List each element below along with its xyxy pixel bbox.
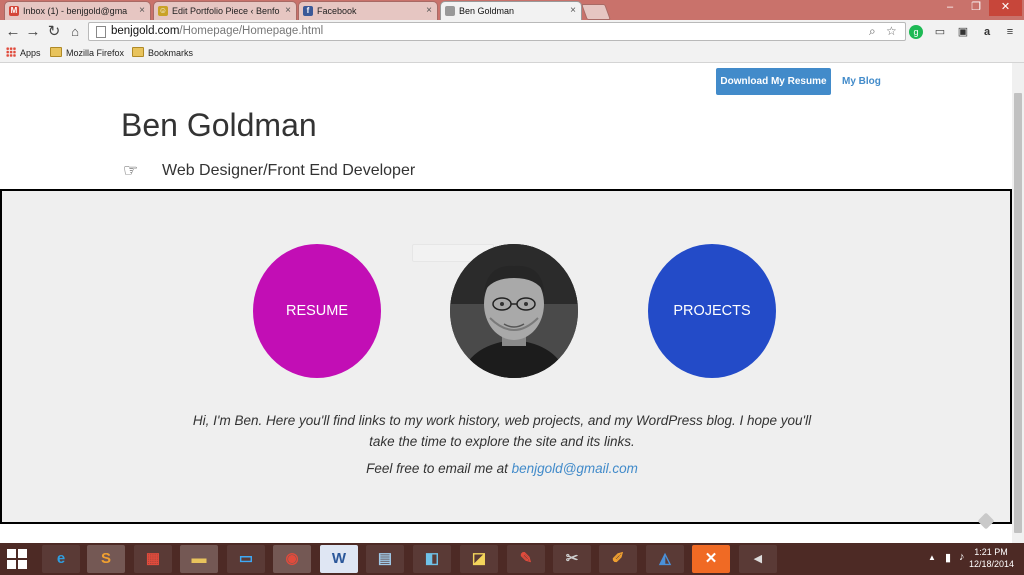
- network-icon[interactable]: ▮: [945, 551, 951, 564]
- browser-tab[interactable]: Ben Goldman ×: [440, 1, 582, 20]
- extension-screen-icon[interactable]: ▭: [933, 25, 947, 39]
- home-icon[interactable]: ⌂: [66, 23, 84, 41]
- back-icon[interactable]: ←: [4, 23, 22, 41]
- notepad-icon[interactable]: ◧: [413, 545, 451, 573]
- forward-icon[interactable]: →: [24, 23, 42, 41]
- email-line: Feel free to email me at benjgold@gmail.…: [366, 461, 638, 476]
- xampp-icon[interactable]: ✕: [692, 545, 730, 573]
- restore-button[interactable]: ❐: [963, 0, 989, 16]
- folder-icon: [132, 47, 144, 57]
- tab-title: Ben Goldman: [459, 6, 515, 16]
- browser-tab[interactable]: f Facebook ×: [298, 1, 438, 20]
- new-tab-button[interactable]: [581, 4, 611, 20]
- portrait-illustration: [450, 244, 578, 378]
- bookmarks-bar: Apps Mozilla Firefox Bookmarks: [0, 44, 1024, 63]
- amazon-icon[interactable]: a: [980, 25, 994, 39]
- clock[interactable]: 1:21 PM 12/18/2014: [969, 547, 1015, 569]
- windows-start-icon[interactable]: [7, 549, 27, 569]
- minimize-button[interactable]: –: [937, 0, 963, 16]
- download-resume-button[interactable]: Download My Resume: [716, 68, 831, 95]
- sticky-notes-icon[interactable]: ◪: [460, 545, 498, 573]
- tab-close-icon[interactable]: ×: [570, 2, 576, 20]
- tab-close-icon[interactable]: ×: [426, 2, 432, 20]
- intro-panel: RESUME PROJECTS Hi, I'm Ben. Here you'll…: [0, 189, 1012, 524]
- browser-tab[interactable]: M Inbox (1) - benjgold@gma ×: [4, 1, 151, 20]
- windows-taskbar: e S ▦ ▬ ▭ ◉ W ▤ ◧ ◪ ✎ ✂ ✐ ◭ ✕ ◂ ▲ ▮ ♪ 1:…: [0, 543, 1024, 575]
- resume-circle-button[interactable]: RESUME: [253, 244, 381, 378]
- page-icon: [96, 26, 106, 38]
- extension-cast-icon[interactable]: ▣: [956, 25, 970, 39]
- clock-time: 1:21 PM: [974, 547, 1008, 557]
- facebook-icon: f: [303, 6, 313, 16]
- address-bar[interactable]: benjgold.com/Homepage/Homepage.html ⌕ ☆: [88, 22, 906, 41]
- chrome-icon[interactable]: ◉: [273, 545, 311, 573]
- word-icon[interactable]: W: [320, 545, 358, 573]
- close-window-button[interactable]: ✕: [989, 0, 1022, 16]
- address-url: benjgold.com/Homepage/Homepage.html: [111, 25, 324, 37]
- reload-icon[interactable]: ↻: [45, 23, 63, 41]
- capture-icon[interactable]: ◂: [739, 545, 777, 573]
- volume-icon[interactable]: ♪: [959, 551, 965, 563]
- smiley-icon: ☺: [158, 6, 168, 16]
- pointing-hand-icon: ☞: [123, 161, 139, 180]
- page-scrollbar[interactable]: [1012, 63, 1024, 543]
- bookmark-star-icon[interactable]: ☆: [886, 24, 897, 38]
- tab-title: Inbox (1) - benjgold@gma: [23, 6, 128, 16]
- internet-explorer-icon[interactable]: e: [42, 545, 80, 573]
- paint-brush-icon[interactable]: ✐: [599, 545, 637, 573]
- mysql-icon[interactable]: ◭: [646, 545, 684, 573]
- remote-desktop-icon[interactable]: ▭: [227, 545, 265, 573]
- app-grid-icon[interactable]: ▦: [134, 545, 172, 573]
- intro-text: Hi, I'm Ben. Here you'll find links to m…: [192, 413, 812, 449]
- tab-close-icon[interactable]: ×: [139, 2, 145, 20]
- search-icon[interactable]: ⌕: [869, 24, 876, 39]
- page-title: Ben Goldman: [121, 107, 317, 143]
- folder-icon: [50, 47, 62, 57]
- bookmark-bookmarks[interactable]: Bookmarks: [132, 47, 193, 58]
- extension-g-icon[interactable]: g: [909, 25, 923, 39]
- tray-expand-icon[interactable]: ▲: [928, 553, 936, 562]
- my-blog-link[interactable]: My Blog: [842, 68, 881, 95]
- tab-title: Edit Portfolio Piece ‹ Benfo: [172, 6, 280, 16]
- file-explorer-icon[interactable]: ▬: [180, 545, 218, 573]
- clock-date: 12/18/2014: [969, 559, 1015, 569]
- tagline: Web Designer/Front End Developer: [162, 162, 416, 179]
- email-link[interactable]: benjgold@gmail.com: [512, 461, 638, 476]
- browser-tab[interactable]: ☺ Edit Portfolio Piece ‹ Benfo ×: [153, 1, 297, 20]
- page-viewport: Download My Resume My Blog Ben Goldman ☞…: [0, 63, 1012, 543]
- calculator-icon[interactable]: ▤: [366, 545, 404, 573]
- tab-title: Facebook: [317, 6, 357, 16]
- tab-close-icon[interactable]: ×: [285, 2, 291, 20]
- sublime-text-icon[interactable]: S: [87, 545, 125, 573]
- gmail-icon: M: [9, 6, 19, 16]
- bookmark-mozilla-firefox[interactable]: Mozilla Firefox: [50, 47, 124, 58]
- page-icon: [445, 6, 455, 16]
- scrollbar-thumb[interactable]: [1014, 93, 1022, 533]
- profile-photo: [450, 244, 578, 378]
- bookmark-apps[interactable]: Apps: [6, 47, 41, 58]
- menu-icon[interactable]: ≡: [1003, 25, 1017, 39]
- paint-icon[interactable]: ✎: [507, 545, 545, 573]
- projects-circle-button[interactable]: PROJECTS: [648, 244, 776, 378]
- tab-strip: M Inbox (1) - benjgold@gma × ☺ Edit Portfoli…: [0, 0, 1024, 20]
- snipping-tool-icon[interactable]: ✂: [553, 545, 591, 573]
- apps-icon: [6, 47, 16, 57]
